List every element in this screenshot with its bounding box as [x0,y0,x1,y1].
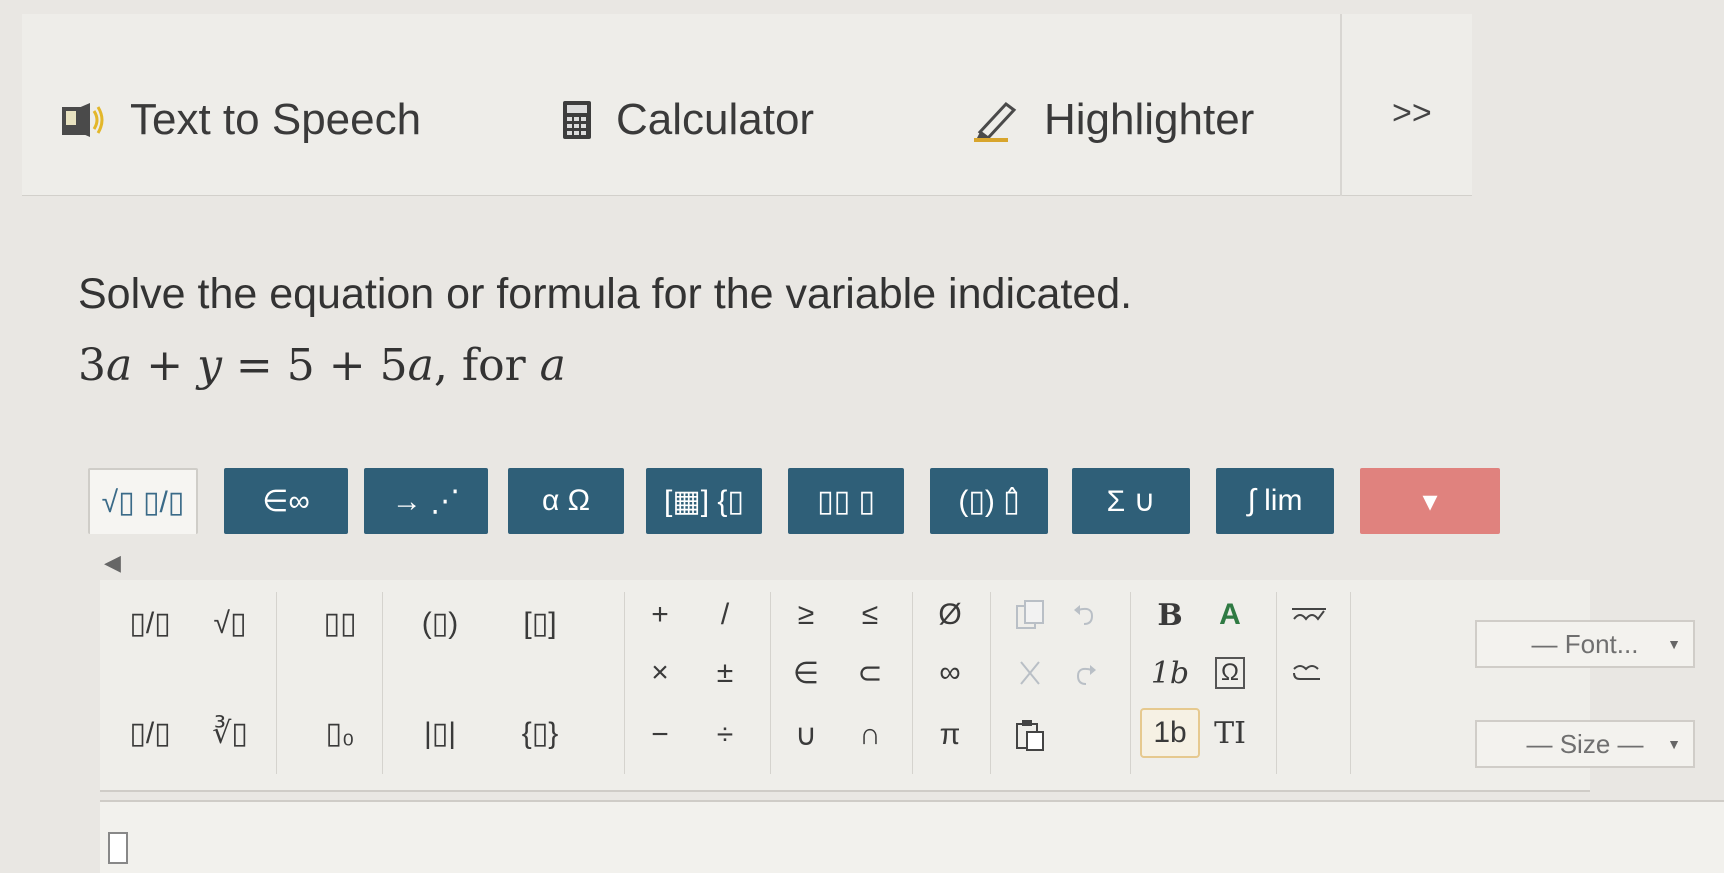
underbrace-icon[interactable] [1280,648,1340,698]
question-instruction: Solve the equation or formula for the va… [78,270,1133,318]
chevron-down-icon: ▼ [1667,636,1681,652]
nth-root-button[interactable]: ∛▯ [200,708,260,758]
font-style-button[interactable]: 1b [1140,648,1200,698]
empty-set-button[interactable]: Ø [920,590,980,640]
cut-icon[interactable] [1000,648,1060,698]
paste-icon[interactable] [1000,710,1060,760]
palette-divider [624,592,625,774]
text-mode-button[interactable]: TI [1200,708,1260,758]
text-to-speech-button[interactable]: Text to Speech [60,90,421,150]
more-tools-button[interactable]: >> [1392,94,1432,133]
calculator-icon [563,101,591,139]
symbol-palette: ▯/▯ √▯ ▯▯ (▯) [▯] ▯/▯ ∛▯ ▯₀ |▯| {▯} + / … [100,580,1695,792]
tab-sets-infinity[interactable]: ∈∞ [224,468,348,534]
font-dropdown[interactable]: — Font... ▼ [1475,620,1695,668]
subset-button[interactable]: ⊂ [840,648,900,698]
fraction-button[interactable]: ▯/▯ [120,598,180,648]
palette-divider [1130,592,1131,774]
palette-divider [382,592,383,774]
parentheses-button[interactable]: (▯) [410,598,470,648]
tab-matrices[interactable]: [▦] {▯ [646,468,762,534]
bold-button[interactable]: B [1140,590,1200,640]
less-equal-button[interactable]: ≤ [840,590,900,640]
minus-button[interactable]: − [630,710,690,760]
divide-button[interactable]: ÷ [695,710,755,760]
copy-icon[interactable] [1000,590,1060,640]
element-of-button[interactable]: ∈ [776,648,836,698]
overline-arrow-icon[interactable] [1280,590,1340,640]
palette-divider [1276,592,1277,774]
braces-button[interactable]: {▯} [510,708,570,758]
times-button[interactable]: × [630,648,690,698]
text-to-speech-label: Text to Speech [130,95,422,144]
palette-divider [912,592,913,774]
font-dropdown-label: — Font... [1531,628,1639,659]
palette-divider [276,592,277,774]
intersection-button[interactable]: ∩ [840,710,900,760]
speaker-icon [62,103,104,137]
plus-button[interactable]: + [630,590,690,640]
omega-box-button[interactable]: Ω [1200,648,1260,698]
union-button[interactable]: ∪ [776,710,836,760]
superscript-button[interactable]: ▯▯ [310,598,370,648]
tab-roots-fractions[interactable]: √▯ ▯/▯ [88,468,198,534]
infinity-button[interactable]: ∞ [920,648,980,698]
palette-divider [1350,592,1351,774]
toolbar-divider [1340,14,1342,196]
plus-minus-button[interactable]: ± [695,648,755,698]
tab-sums[interactable]: Σ ∪ [1072,468,1190,534]
absolute-value-button[interactable]: |▯| [410,708,470,758]
answer-input[interactable] [100,800,1724,873]
slash-button[interactable]: / [695,590,755,640]
tab-calculus[interactable]: ∫ lim [1216,468,1334,534]
omega-box-label: Ω [1215,657,1245,689]
pi-button[interactable]: π [920,710,980,760]
calculator-button[interactable]: Calculator [562,90,814,150]
math-category-tabs: √▯ ▯/▯ ∈∞ → ⋰ α Ω [▦] {▯ ▯▯ ▯ (▯) ▯̂ Σ ∪… [88,468,1500,534]
subscript-button[interactable]: ▯₀ [310,708,370,758]
square-root-button[interactable]: √▯ [200,598,260,648]
highlighter-label: Highlighter [1044,95,1255,144]
palette-divider [990,592,991,774]
font-style-active-button[interactable]: 1b [1140,708,1200,758]
brackets-button[interactable]: [▯] [510,598,570,648]
size-dropdown[interactable]: — Size — ▼ [1475,720,1695,768]
palette-divider [770,592,771,774]
tab-arrows[interactable]: → ⋰ [364,468,488,534]
text-color-button[interactable]: A [1200,590,1260,640]
undo-icon[interactable] [1055,590,1115,640]
calculator-label: Calculator [616,95,815,144]
input-cursor-box [108,832,128,864]
tools-bar: Text to Speech Calculator Highlighter >> [22,14,1472,196]
tab-exponents[interactable]: ▯▯ ▯ [788,468,904,534]
question-equation: 3a + y = 5 + 5a, for a [78,340,566,391]
mixed-number-button[interactable]: ▯/▯ [120,708,180,758]
redo-icon[interactable] [1055,648,1115,698]
tab-more-dropdown[interactable]: ▾ [1360,468,1500,534]
tab-greek[interactable]: α Ω [508,468,624,534]
size-dropdown-label: — Size — [1526,728,1644,759]
highlighter-icon [974,101,1017,142]
highlighter-button[interactable]: Highlighter [972,90,1254,150]
scroll-left-icon[interactable]: ◀ [104,550,121,576]
tab-accents[interactable]: (▯) ▯̂ [930,468,1048,534]
greater-equal-button[interactable]: ≥ [776,590,836,640]
chevron-down-icon: ▼ [1667,736,1681,752]
